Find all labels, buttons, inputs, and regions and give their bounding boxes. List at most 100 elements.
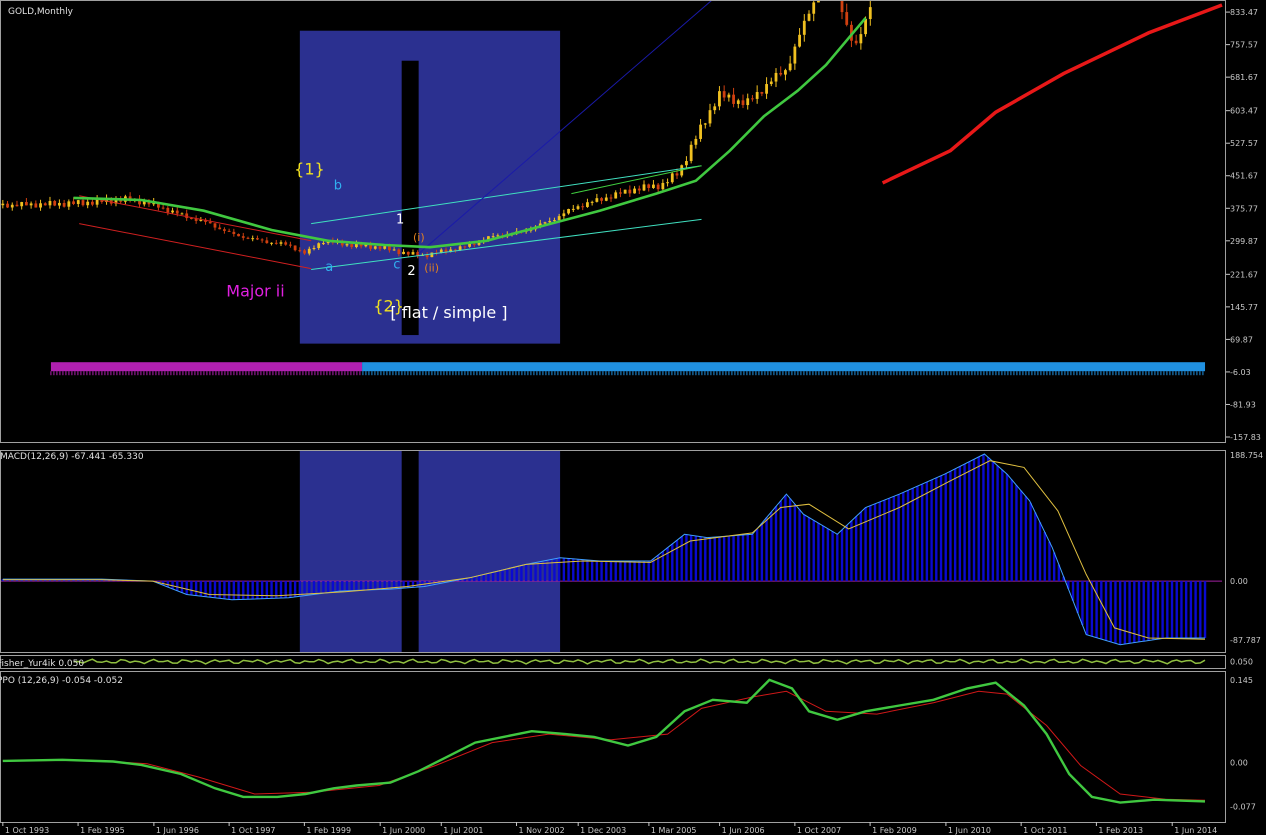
ppo-y-tick-label: -0.077 xyxy=(1230,803,1256,812)
wave-label: a xyxy=(325,260,333,275)
candle-body xyxy=(284,242,288,245)
wave-label: 1 xyxy=(396,213,404,228)
candle-body xyxy=(798,34,801,47)
candle-body xyxy=(161,207,165,209)
candle-body xyxy=(619,192,622,194)
candle-body xyxy=(760,92,764,94)
ppo-y-tick-label: 0.00 xyxy=(1230,759,1248,768)
candle-body xyxy=(689,144,693,162)
fisher-line xyxy=(73,658,1206,665)
wave-label: 2 xyxy=(407,264,415,279)
price-chart-panel[interactable]: {1}ba cMajor ii{2}[ flat / simple ]12(i)(… xyxy=(1,0,1261,442)
candle-body xyxy=(675,173,679,176)
candle-body xyxy=(402,251,405,255)
wave-label: c xyxy=(393,258,400,273)
candle-body xyxy=(260,239,264,241)
candle-body xyxy=(289,244,292,246)
candle-body xyxy=(406,251,410,255)
candle-body xyxy=(6,203,9,208)
candle-body xyxy=(274,242,278,244)
candle-body xyxy=(279,242,283,244)
candle-body xyxy=(1,203,5,206)
signal-bar-buy xyxy=(362,362,1206,372)
candle-body xyxy=(223,229,226,231)
y-tick-label: 833.47 xyxy=(1230,8,1258,17)
candle-body xyxy=(802,20,806,35)
candle-body xyxy=(727,94,731,98)
candle-body xyxy=(67,201,71,207)
ppo-panel[interactable]: 0.145 0.00 -0.077 xyxy=(2,676,1256,812)
candle-body xyxy=(256,238,259,240)
x-tick-label: 1 Nov 2002 xyxy=(519,826,565,835)
candle-body xyxy=(600,198,603,201)
y-tick-label: 145.77 xyxy=(1230,303,1258,312)
candle-body xyxy=(388,246,391,251)
candle-body xyxy=(392,249,396,251)
candle-body xyxy=(769,81,773,85)
candle-body xyxy=(788,63,792,71)
candle-body xyxy=(685,161,688,166)
candle-body xyxy=(784,70,787,75)
candle-body xyxy=(317,243,321,249)
macd-highlight-band xyxy=(299,451,561,652)
candle-body xyxy=(312,248,316,250)
candle-body xyxy=(227,230,231,232)
candle-body xyxy=(468,243,471,247)
candle-body xyxy=(571,208,575,210)
candle-body xyxy=(708,110,712,124)
candle-body xyxy=(746,98,750,106)
candle-body xyxy=(76,200,80,204)
candle-body xyxy=(43,203,47,206)
candle-body xyxy=(642,184,646,191)
candle-body xyxy=(15,204,19,207)
candle-body xyxy=(345,244,349,246)
candle-body xyxy=(614,192,618,199)
candle-body xyxy=(86,201,90,206)
candle-body xyxy=(378,246,382,249)
candle-body xyxy=(656,184,660,190)
candle-body xyxy=(81,200,85,206)
fisher-panel[interactable]: 0.050 xyxy=(73,658,1253,667)
green-line-upper[interactable] xyxy=(571,165,702,195)
macd-panel[interactable]: 188.754 0.00 -87.787 xyxy=(0,451,1263,652)
candle-body xyxy=(411,252,415,255)
candle-body xyxy=(430,252,434,258)
candle-body xyxy=(175,210,179,214)
candle-body xyxy=(213,223,217,228)
candle-body xyxy=(595,198,599,202)
candle-body xyxy=(755,92,759,99)
candle-body xyxy=(557,216,561,221)
x-tick-label: 1 Oct 1997 xyxy=(231,826,275,835)
x-tick-label: 1 Feb 2009 xyxy=(872,826,917,835)
candle-body xyxy=(472,243,476,245)
main-chart-title: GOLD,Monthly xyxy=(8,7,74,17)
candle-body xyxy=(20,202,24,207)
candle-body xyxy=(208,221,212,224)
candle-body xyxy=(25,202,28,206)
y-tick-label: -157.83 xyxy=(1230,433,1261,442)
candle-body xyxy=(736,100,740,104)
fisher-panel-title: Fisher_Yur4ik 0.050 xyxy=(0,659,84,669)
macd-histogram xyxy=(1,454,1207,645)
candle-body xyxy=(581,206,585,208)
candle-body xyxy=(779,72,783,75)
x-tick-label: 1 Jun 2010 xyxy=(948,826,991,835)
macd-y-tick-label: -87.787 xyxy=(1230,636,1261,645)
candle-body xyxy=(741,100,745,106)
wave-divider-bar xyxy=(401,60,419,336)
wave-label: {1} xyxy=(294,159,325,178)
candle-body xyxy=(623,189,627,194)
y-tick-label: 527.57 xyxy=(1230,139,1258,148)
candle-body xyxy=(548,220,552,223)
candle-body xyxy=(241,236,245,238)
candle-body xyxy=(652,184,655,188)
candle-body xyxy=(48,201,52,206)
x-tick-label: 1 Oct 2011 xyxy=(1023,826,1067,835)
candle-body xyxy=(72,201,75,204)
candle-body xyxy=(166,207,170,213)
x-tick-label: 1 Jul 2001 xyxy=(443,826,483,835)
candle-body xyxy=(647,184,651,188)
y-tick-label: -6.03 xyxy=(1230,368,1251,377)
red-channel-top[interactable] xyxy=(79,195,312,242)
candle-body xyxy=(307,248,311,254)
